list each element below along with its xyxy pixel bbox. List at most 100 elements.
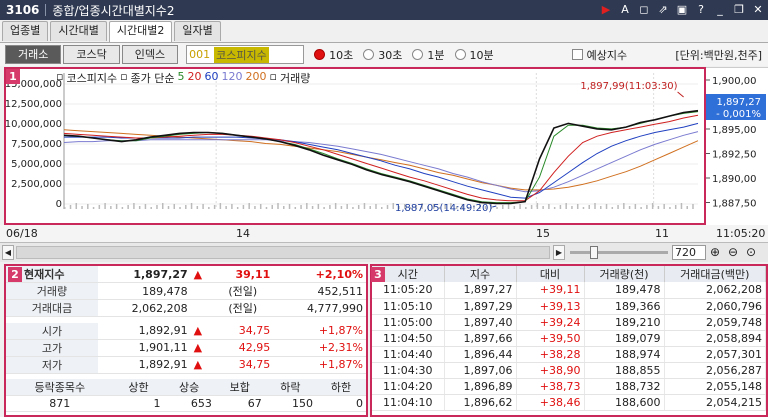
zoom-out-icon[interactable]: ⊖ xyxy=(728,245,738,259)
legend-checkbox-icon[interactable]: ▫ xyxy=(56,70,63,86)
minimize-icon[interactable]: _ xyxy=(712,2,728,18)
ticks-body: 11:05:20 1,897,27 +39,11 189,478 2,062,208 11… xyxy=(372,282,766,411)
table-row[interactable]: 11:05:20 1,897,27 +39,11 189,478 2,062,208 xyxy=(372,282,766,299)
table-row[interactable]: 11:05:10 1,897,29 +39,13 189,366 2,060,796 xyxy=(372,298,766,315)
market-button-kospi[interactable]: 거래소 xyxy=(5,45,62,64)
ticks-header-index[interactable]: 지수 xyxy=(444,266,517,282)
breadth-table: 등락종목수 상한 상승 보합 하락 하한 871 1 653 67 150 0 xyxy=(6,379,366,412)
maximize-icon[interactable]: ▣ xyxy=(674,2,690,18)
legend-checkbox-icon[interactable]: ▫ xyxy=(120,70,127,86)
help-icon[interactable]: ? xyxy=(693,2,709,18)
legend-checkbox-icon[interactable]: ▫ xyxy=(270,70,277,86)
table-row[interactable]: 11:04:40 1,896,44 +38,28 188,974 2,057,301 xyxy=(372,346,766,363)
close-icon[interactable]: ✕ xyxy=(750,2,766,18)
panel-badge-3: 3 xyxy=(371,267,385,282)
market-button-index[interactable]: 인덱스 xyxy=(121,45,179,64)
zoom-reset-icon[interactable]: ⊙ xyxy=(746,245,756,259)
breadth-value: 67 xyxy=(214,395,265,412)
play-icon[interactable]: ▶ xyxy=(598,2,614,18)
scroll-thumb[interactable] xyxy=(16,246,550,259)
table-row[interactable]: 11:04:30 1,897,06 +38,90 188,855 2,056,287 xyxy=(372,362,766,379)
tick-volume: 188,600 xyxy=(584,394,665,411)
table-row[interactable]: 11:04:20 1,896,89 +38,73 188,732 2,055,148 xyxy=(372,378,766,395)
window-icon[interactable]: ◻ xyxy=(636,2,652,18)
tick-time: 11:04:10 xyxy=(372,394,445,411)
volume-bar xyxy=(202,204,204,209)
tick-volume: 189,366 xyxy=(584,298,665,315)
volume-bar xyxy=(265,207,268,209)
ticks-header-volume[interactable]: 거래량(천) xyxy=(584,266,665,282)
ticks-header-change[interactable]: 대비 xyxy=(516,266,585,282)
prev-amount-value: 4,777,990 xyxy=(273,299,366,317)
volume-bar xyxy=(329,205,331,209)
title-controls: ▶ A ◻ ⇗ ▣ ? _ ❐ ✕ xyxy=(598,2,766,18)
estimate-index-checkbox[interactable]: 예상지수 xyxy=(571,47,627,63)
ticks-header-amount[interactable]: 거래대금(백만) xyxy=(664,266,766,282)
restore-icon[interactable]: ❐ xyxy=(731,2,747,18)
summary-table: 현재지수 1,897,27 ▲ 39,11 +2,10% 거래량 189,478… xyxy=(6,266,366,379)
tab-by-date[interactable]: 일자별 xyxy=(174,21,221,41)
volume-bar xyxy=(542,206,544,209)
font-icon[interactable]: A xyxy=(617,2,633,18)
volume-bar xyxy=(156,205,158,209)
index-chart[interactable]: 1 5,000,000 12,500,000 10,000,000 7,500,000 5… xyxy=(4,67,706,225)
chart-canvas[interactable]: 1 5,000,000 12,500,000 10,000,000 7,500,000 5… xyxy=(5,69,704,223)
market-button-kosdaq[interactable]: 코스닥 xyxy=(63,45,120,64)
up-arrow-icon: ▲ xyxy=(190,322,213,340)
volume-bar xyxy=(525,207,527,209)
volume-bar xyxy=(311,206,314,209)
volume-bar xyxy=(611,207,614,209)
ticks-table: 시간 지수 대비 거래량(천) 거래대금(백만) 11:05:20 1,897,2… xyxy=(372,266,766,411)
tick-index: 1,897,40 xyxy=(444,314,517,331)
volume-bar xyxy=(634,204,637,209)
ma120-line xyxy=(63,131,699,193)
legend-ma200: 200 xyxy=(245,70,267,83)
chart-scrollbar[interactable]: ◀ ▶ 720 ⊕ ⊖ ⊙ xyxy=(0,242,768,262)
volume-bar xyxy=(548,204,550,209)
scroll-left-icon[interactable]: ◀ xyxy=(2,245,14,260)
tick-time: 11:04:30 xyxy=(372,362,445,379)
table-row[interactable]: 11:04:50 1,897,66 +39,50 189,079 2,058,894 xyxy=(372,330,766,347)
tab-by-sector[interactable]: 업종별 xyxy=(2,21,49,41)
tick-change: +38,90 xyxy=(516,362,585,379)
tick-volume: 188,732 xyxy=(584,378,665,395)
volume-bar xyxy=(496,207,498,209)
volume-bar xyxy=(363,203,366,209)
zoom-slider-track[interactable] xyxy=(570,251,668,254)
interval-option-10m[interactable]: 10분 xyxy=(454,47,494,63)
price-axis: 1,900,001,897,501,895,001,892,501,890,00… xyxy=(706,67,768,225)
volume-bar xyxy=(381,207,383,209)
volume-bar xyxy=(536,203,539,209)
interval-option-10s[interactable]: 10초 xyxy=(314,47,353,63)
zoom-value-input[interactable]: 720 xyxy=(672,245,706,260)
interval-label: 10분 xyxy=(469,48,494,62)
volume-bar xyxy=(674,205,677,209)
breadth-value: 653 xyxy=(163,395,215,412)
table-row[interactable]: 11:04:10 1,896,62 +38,46 188,600 2,054,215 xyxy=(372,394,766,411)
breadth-value: 1 xyxy=(113,395,164,412)
tab-by-time-2[interactable]: 시간대별2 xyxy=(108,21,173,42)
interval-option-30s[interactable]: 30초 xyxy=(363,47,402,63)
volume-bar xyxy=(138,206,141,209)
index-code-input[interactable]: 001 코스피지수 xyxy=(186,45,305,64)
legend-ma60: 60 xyxy=(204,70,219,83)
volume-bar xyxy=(617,205,619,209)
scroll-right-icon[interactable]: ▶ xyxy=(553,245,565,260)
interval-option-1m[interactable]: 1분 xyxy=(412,47,445,63)
tab-by-time[interactable]: 시간대별 xyxy=(50,21,107,41)
table-row[interactable]: 11:05:00 1,897,40 +39,24 189,210 2,059,748 xyxy=(372,314,766,331)
volume-bar xyxy=(219,203,222,209)
tick-time: 11:05:20 xyxy=(372,282,445,299)
zoom-slider-handle[interactable] xyxy=(590,246,598,259)
zoom-in-icon[interactable]: ⊕ xyxy=(710,245,720,259)
index-code: 001 xyxy=(189,48,211,61)
title-separator xyxy=(45,4,47,16)
volume-bar xyxy=(565,203,567,209)
low-annotation: 1,887,05(14:49:20) xyxy=(395,203,492,214)
link-icon[interactable]: ⇗ xyxy=(655,2,671,18)
time-label: 11:05:20 xyxy=(716,227,766,240)
volume-bar xyxy=(179,207,181,209)
low-label: 저가 xyxy=(6,356,98,374)
volume-bar xyxy=(64,207,66,209)
volume-bar xyxy=(352,207,354,209)
